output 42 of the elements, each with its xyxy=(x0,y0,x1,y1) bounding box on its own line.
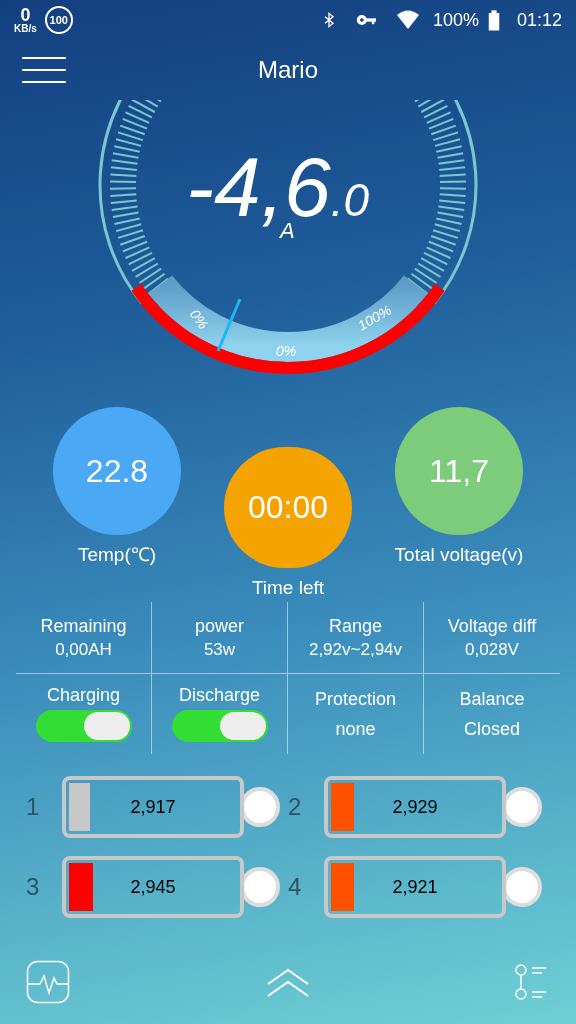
net-speed: 0 xyxy=(20,6,31,24)
toggle-switch[interactable] xyxy=(171,710,268,742)
stat-value: 53w xyxy=(203,641,236,658)
cell-number: 4 xyxy=(288,872,303,902)
battery-percent: 100% xyxy=(432,8,479,32)
control-label: Protection xyxy=(314,690,396,708)
data-saver-badge: 100 xyxy=(44,6,73,34)
stat-label: Voltage diff xyxy=(447,617,537,635)
clock: 01:12 xyxy=(516,8,562,32)
metric-label: Total voltage(v) xyxy=(394,543,524,567)
cell-voltage: 2,945 xyxy=(130,875,176,899)
stat-label: Range xyxy=(328,617,382,635)
stat-value: 0,028V xyxy=(465,641,519,658)
metric-label: Temp(℃) xyxy=(77,543,157,567)
current-decimal: .0 xyxy=(330,177,370,223)
gauge-scale-label: 0% xyxy=(275,343,297,359)
battery-icon xyxy=(486,8,501,32)
cell-number: 3 xyxy=(26,872,41,902)
net-speed-unit: KB/s xyxy=(14,24,37,34)
screen-title: Mario xyxy=(258,55,318,85)
cell-voltage: 2,929 xyxy=(392,795,438,819)
activity-chart-icon[interactable] xyxy=(26,960,70,1004)
control-value: none xyxy=(335,720,376,738)
stat-label: Remaining xyxy=(40,617,127,635)
control-label: Charging xyxy=(46,686,120,704)
stat-value: 0,00AH xyxy=(55,641,112,658)
menu-icon[interactable] xyxy=(22,56,66,84)
control-label: Balance xyxy=(459,690,525,708)
cell-voltage: 2,921 xyxy=(392,875,438,899)
stat-label: power xyxy=(195,617,244,635)
cell-voltage: 2,917 xyxy=(130,795,176,819)
cell-number: 1 xyxy=(26,792,41,822)
wifi-icon xyxy=(394,9,421,31)
gauge-scale-label: 0% xyxy=(186,306,212,332)
gauge-needle xyxy=(216,298,242,352)
control-value: Closed xyxy=(464,720,520,738)
toggle-switch[interactable] xyxy=(35,710,132,742)
stat-value: 2,92v~2,94v xyxy=(308,641,403,658)
expand-up-icon[interactable] xyxy=(266,966,310,998)
metric-label: Time left xyxy=(251,575,325,600)
control-label: Discharge xyxy=(178,686,260,704)
cell-number: 2 xyxy=(288,792,303,822)
